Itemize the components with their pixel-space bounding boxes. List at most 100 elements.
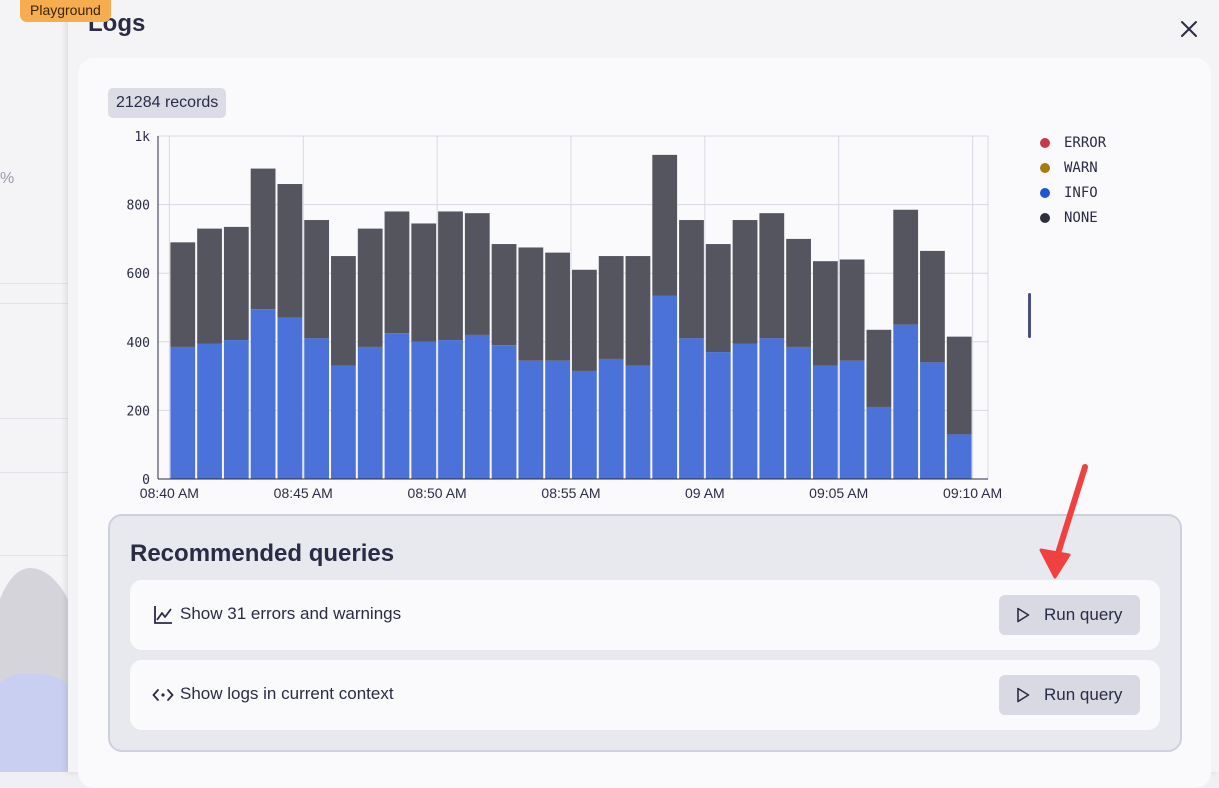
bar-none [946,336,972,435]
bar-none [759,213,785,339]
legend-label: ERROR [1064,134,1107,151]
bar-info [839,360,865,479]
background-page: % [0,0,68,772]
background-percent-sign: % [0,170,15,187]
legend-dot-error [1040,137,1050,148]
close-button[interactable] [1178,14,1200,42]
bar-none [331,256,356,366]
legend-dot-none [1040,212,1050,223]
background-divider [0,283,68,284]
bar-none [679,220,704,339]
playground-badge: Playground [20,0,111,22]
bar-none [518,247,544,361]
bar-none [384,211,410,334]
legend-label: INFO [1064,184,1098,201]
bar-info [866,406,892,479]
play-icon [1017,607,1030,623]
legend-label: NONE [1064,209,1098,226]
bar-info [786,346,811,479]
records-count-badge: 21284 records [108,88,227,118]
play-icon [1017,687,1030,703]
bar-none [839,259,865,361]
query-label: Show logs in current context [180,684,394,703]
x-tick-label: 08:45 AM [274,485,333,501]
bar-info [759,338,785,479]
background-divider [0,418,68,419]
bar-none [572,269,597,371]
legend-label: WARN [1064,159,1098,176]
x-tick-label: 09:05 AM [809,485,868,501]
bar-none [920,250,945,363]
y-tick-label: 600 [127,267,150,282]
bar-none [464,213,490,335]
line-chart-icon [154,606,172,624]
logs-card: 21284 records 0 200 400 600 800 1k 08:40 AM 08:… [78,58,1211,788]
x-tick-label: 09 AM [685,485,725,501]
y-tick-label: 800 [127,199,150,214]
query-row-errors-warnings: Show 31 errors and warnings Run query [130,580,1160,650]
x-tick-label: 08:40 AM [140,485,199,501]
bar-info [170,346,196,479]
bar-none [866,329,892,407]
x-tick-label: 08:50 AM [408,485,467,501]
bar-none [786,238,811,347]
bar-none [170,242,196,347]
bar-none [812,261,838,366]
legend-dot-warn [1040,162,1050,173]
bar-info [920,362,945,479]
legend-item-info[interactable]: INFO [1040,180,1106,205]
background-divider [0,472,68,473]
background-area-chart-fill [0,674,68,772]
query-row-current-context: Show logs in current context Run query [130,660,1160,730]
bar-info [223,340,249,479]
annotation-arrow [1039,464,1088,579]
bar-info [357,346,383,479]
code-dots-icon [152,689,174,701]
background-divider [0,303,68,304]
bar-none [625,256,651,366]
bar-info [812,365,838,479]
y-tick-label: 200 [127,404,150,419]
bar-none [598,256,624,359]
logs-histogram-chart: 02004006008001k08:40 AM 08:45 AM 08:50 AM 0… [127,130,1003,501]
bar-none [197,228,222,344]
bar-info [491,345,517,479]
bar-info [411,341,437,479]
y-tick-label: 1k [134,130,150,145]
recommended-queries-section: Recommended queries Show 31 errors and w… [108,514,1182,752]
bar-info [625,365,651,479]
run-query-button[interactable]: Run query [999,675,1140,715]
bar-none [491,244,517,346]
bar-none [357,228,383,347]
bar-info [277,317,303,479]
run-query-button[interactable]: Run query [999,595,1140,635]
bar-info [438,340,463,479]
x-tick-label: 09:10 AM [943,485,1002,501]
bar-info [304,338,330,479]
bar-info [545,360,570,479]
close-icon [1181,21,1197,37]
legend-resize-handle[interactable] [1028,293,1031,338]
legend-item-warn[interactable]: WARN [1040,155,1106,180]
bar-info [732,343,758,479]
bar-none [277,184,303,318]
bar-info [705,352,731,479]
bar-none [250,168,276,310]
legend-dot-info [1040,187,1050,198]
logs-panel: Logs 21284 records 0 200 400 600 800 1k 08:40 … [68,0,1219,788]
legend-item-none[interactable]: NONE [1040,205,1106,230]
bar-info [250,309,276,479]
bar-info [197,343,222,479]
bar-none [705,244,731,353]
bar-info [893,324,919,479]
recommended-queries-title: Recommended queries [130,540,395,567]
legend-item-error[interactable]: ERROR [1040,130,1106,155]
bar-none [545,252,570,361]
bar-info [598,358,624,479]
bar-info [518,360,544,479]
bar-info [572,370,597,479]
run-query-label: Run query [1044,605,1123,624]
bar-info [464,334,490,479]
chart-legend: ERROR WARN INFO NONE [1040,130,1106,230]
x-tick-label: 08:55 AM [541,485,600,501]
